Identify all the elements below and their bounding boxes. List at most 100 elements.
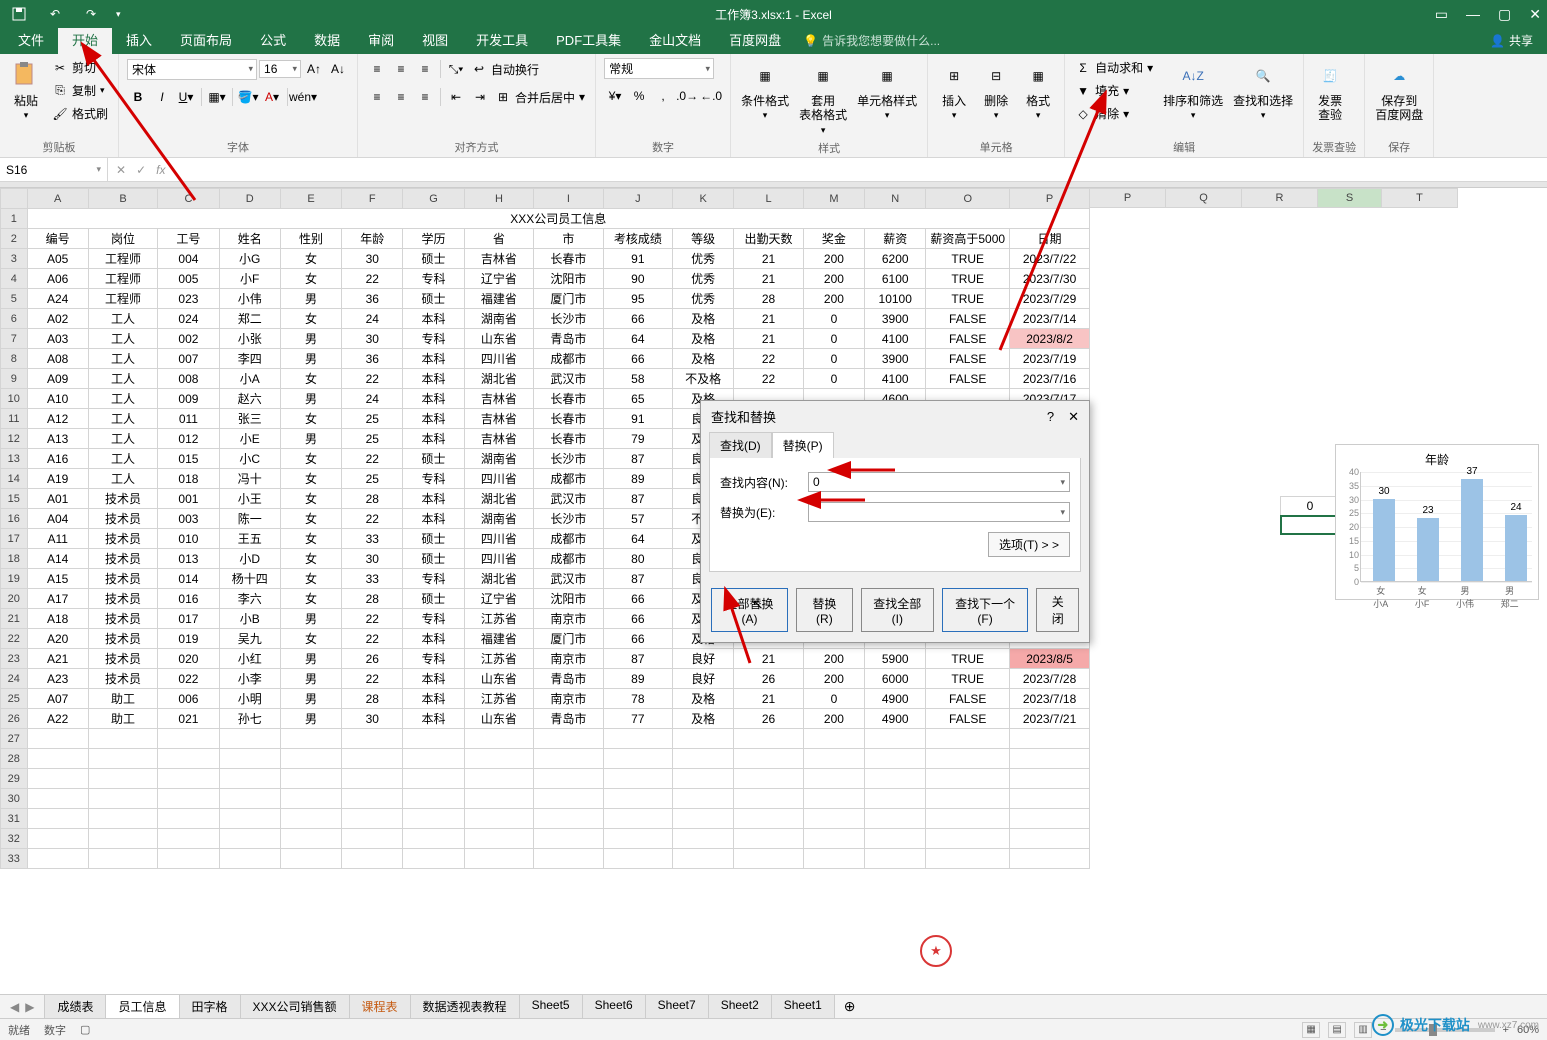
cell[interactable]	[534, 789, 603, 809]
cell[interactable]: 专科	[403, 269, 464, 289]
options-button[interactable]: 选项(T) > >	[988, 532, 1070, 557]
cell[interactable]: 2023/7/22	[1010, 249, 1090, 269]
cell[interactable]	[219, 829, 280, 849]
cell[interactable]	[734, 769, 803, 789]
cell[interactable]	[280, 849, 341, 869]
cell[interactable]: 5900	[865, 649, 926, 669]
row-header[interactable]: 10	[1, 389, 28, 409]
view-normal-icon[interactable]: ▦	[1302, 1022, 1320, 1038]
cell[interactable]: A09	[27, 369, 88, 389]
row-header[interactable]: 6	[1, 309, 28, 329]
cell[interactable]: 小明	[219, 689, 280, 709]
cell[interactable]: 技术员	[88, 529, 157, 549]
cell[interactable]	[464, 789, 533, 809]
cell[interactable]: 2023/7/14	[1010, 309, 1090, 329]
wrap-text-button[interactable]: ↩自动换行	[469, 60, 541, 79]
cell[interactable]	[803, 789, 864, 809]
cell[interactable]	[280, 749, 341, 769]
cell[interactable]	[1010, 829, 1090, 849]
cell[interactable]: 2023/7/28	[1010, 669, 1090, 689]
cell[interactable]: 湖北省	[464, 489, 533, 509]
cell[interactable]: TRUE	[926, 669, 1010, 689]
cell[interactable]: 017	[158, 609, 219, 629]
dialog-tab-replace[interactable]: 替换(P)	[772, 432, 834, 458]
cell[interactable]: 30	[342, 549, 403, 569]
cell[interactable]	[534, 849, 603, 869]
cell[interactable]	[734, 809, 803, 829]
cell[interactable]: 65	[603, 389, 672, 409]
col-header[interactable]: T	[1382, 188, 1458, 208]
cell[interactable]: 2023/8/5	[1010, 649, 1090, 669]
cell[interactable]	[865, 829, 926, 849]
underline-icon[interactable]: U▾	[175, 86, 197, 108]
cell[interactable]	[342, 809, 403, 829]
cell[interactable]	[88, 769, 157, 789]
cell[interactable]	[342, 749, 403, 769]
cell[interactable]: 28	[342, 589, 403, 609]
row-header[interactable]: 4	[1, 269, 28, 289]
cell[interactable]: 长春市	[534, 249, 603, 269]
add-sheet-button[interactable]: ⊕	[834, 998, 866, 1015]
cell[interactable]: A05	[27, 249, 88, 269]
cell[interactable]: 湖南省	[464, 509, 533, 529]
row-header[interactable]: 27	[1, 729, 28, 749]
chart-bar[interactable]	[1373, 499, 1395, 582]
cell[interactable]: 本科	[403, 489, 464, 509]
row-header[interactable]: 31	[1, 809, 28, 829]
row-header[interactable]: 9	[1, 369, 28, 389]
row-header[interactable]: 7	[1, 329, 28, 349]
cell[interactable]: 工人	[88, 369, 157, 389]
col-header[interactable]: F	[342, 189, 403, 209]
cell[interactable]: 长春市	[534, 389, 603, 409]
cell[interactable]: 020	[158, 649, 219, 669]
cell[interactable]: 专科	[403, 469, 464, 489]
cell[interactable]: 优秀	[673, 269, 734, 289]
close-icon[interactable]: ✕	[1529, 6, 1541, 23]
qat-dropdown-icon[interactable]: ▾	[116, 9, 121, 20]
row-header[interactable]: 23	[1, 649, 28, 669]
cell[interactable]: 成都市	[534, 469, 603, 489]
cell[interactable]	[603, 789, 672, 809]
cell[interactable]	[603, 749, 672, 769]
view-layout-icon[interactable]: ▤	[1328, 1022, 1346, 1038]
row-header[interactable]: 15	[1, 489, 28, 509]
cell[interactable]: 0	[803, 369, 864, 389]
cell[interactable]: 005	[158, 269, 219, 289]
cell[interactable]: 小王	[219, 489, 280, 509]
row-header[interactable]: 22	[1, 629, 28, 649]
tab-insert[interactable]: 插入	[112, 25, 166, 54]
dialog-close-icon[interactable]: ✕	[1068, 409, 1079, 425]
col-header[interactable]: A	[27, 189, 88, 209]
cell[interactable]: 本科	[403, 309, 464, 329]
cell[interactable]: TRUE	[926, 269, 1010, 289]
cell[interactable]: 男	[280, 429, 341, 449]
cell[interactable]: 2023/7/29	[1010, 289, 1090, 309]
cell[interactable]: 工程师	[88, 249, 157, 269]
sort-filter-button[interactable]: A↓Z排序和筛选▾	[1161, 58, 1225, 123]
cell[interactable]: 022	[158, 669, 219, 689]
cell[interactable]: 工号	[158, 229, 219, 249]
cell[interactable]: 012	[158, 429, 219, 449]
cell[interactable]	[865, 729, 926, 749]
cell[interactable]: 0	[803, 349, 864, 369]
cell[interactable]: 工程师	[88, 289, 157, 309]
cell[interactable]: 22	[734, 369, 803, 389]
tab-formula[interactable]: 公式	[246, 25, 300, 54]
cell[interactable]	[734, 789, 803, 809]
cell[interactable]	[1010, 809, 1090, 829]
cell[interactable]: 女	[280, 589, 341, 609]
cell[interactable]: 长春市	[534, 409, 603, 429]
col-header[interactable]: P	[1010, 189, 1090, 209]
cell[interactable]: 011	[158, 409, 219, 429]
cell[interactable]: 2023/8/2	[1010, 329, 1090, 349]
cell[interactable]: 本科	[403, 709, 464, 729]
ribbon-options-icon[interactable]: ▭	[1435, 6, 1448, 23]
cell[interactable]	[603, 809, 672, 829]
cell[interactable]	[342, 729, 403, 749]
cell[interactable]: 001	[158, 489, 219, 509]
cell[interactable]	[403, 789, 464, 809]
col-header[interactable]: B	[88, 189, 157, 209]
sheet-tab[interactable]: 成绩表	[44, 994, 106, 1020]
cell[interactable]: 80	[603, 549, 672, 569]
redo-icon[interactable]: ↷	[80, 3, 102, 25]
